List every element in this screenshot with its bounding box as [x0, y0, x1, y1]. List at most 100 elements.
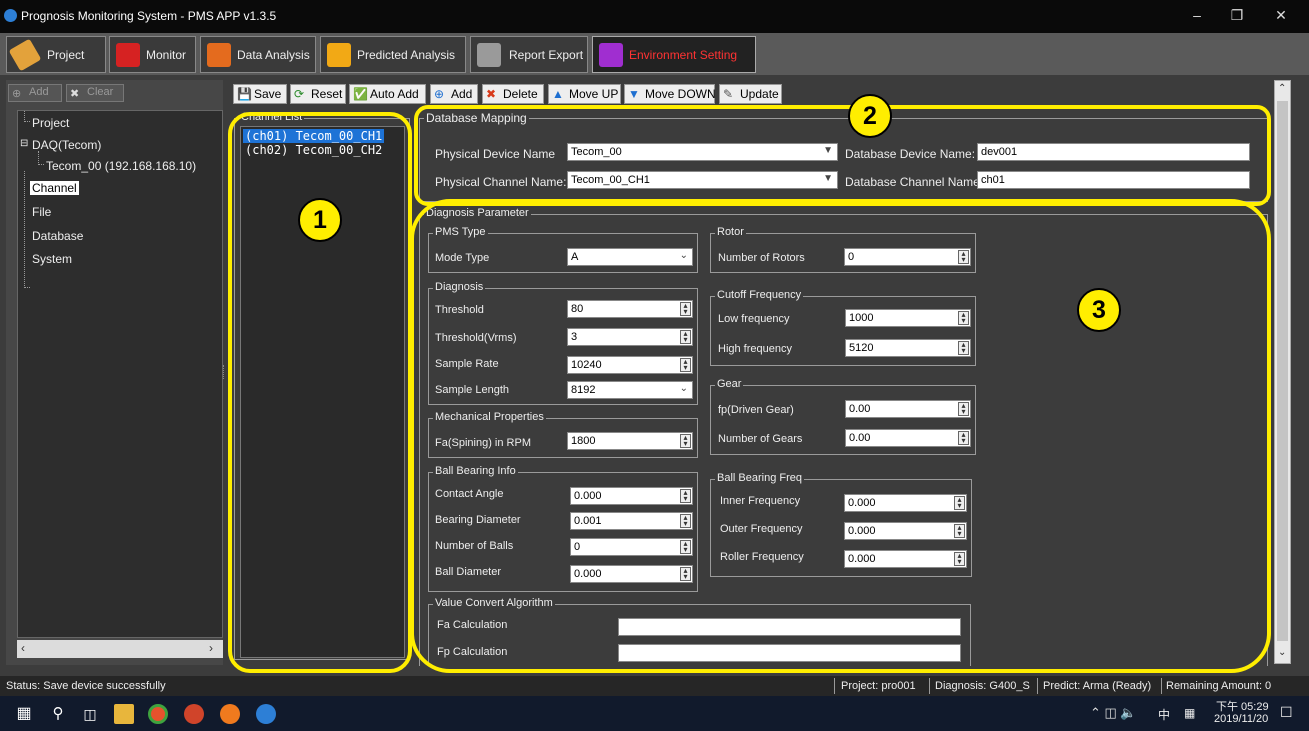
tab-label: Report Export: [509, 48, 584, 62]
status-remaining: Remaining Amount: 0: [1166, 680, 1272, 692]
pencil-icon: ✎: [723, 87, 734, 101]
clock-date[interactable]: 2019/11/20: [1214, 713, 1268, 725]
main-tabs: Project Monitor Data Analysis Predicted …: [0, 33, 1309, 75]
check-icon: ✅: [353, 87, 368, 101]
os-taskbar: ▦ ⚲ ◫ ⌃ ◫ 🔈 中 ▦ 下午 05:29 2019/11/20 ☐: [0, 696, 1309, 731]
delete-button[interactable]: ✖ Delete: [482, 84, 544, 104]
status-project: Project: pro001: [841, 680, 916, 692]
annotation-badge-3: 3: [1077, 288, 1121, 332]
highlight-database-mapping: [414, 105, 1271, 206]
restore-button[interactable]: ❐: [1222, 4, 1252, 26]
divider: [929, 678, 930, 694]
annotation-badge-2: 2: [848, 94, 892, 138]
chrome-icon[interactable]: [148, 704, 168, 724]
reset-button[interactable]: ⟳ Reset: [290, 84, 346, 104]
tab-data-analysis[interactable]: Data Analysis: [200, 36, 316, 73]
status-message: Status: Save device successfully: [6, 680, 166, 692]
task-view-icon[interactable]: ◫: [80, 704, 100, 724]
firefox-icon[interactable]: [220, 704, 240, 724]
scroll-down-icon[interactable]: ⌄: [1278, 647, 1286, 658]
tab-label: Project: [47, 48, 85, 62]
tab-label: Data Analysis: [237, 48, 310, 62]
update-button[interactable]: ✎ Update: [719, 84, 782, 104]
tab-report-export[interactable]: Report Export: [470, 36, 588, 73]
save-button[interactable]: 💾 Save: [233, 84, 287, 104]
auto-add-label: Auto Add: [370, 87, 419, 101]
vertical-scrollbar[interactable]: ⌃ ⌄: [1274, 80, 1291, 664]
tree-item-file[interactable]: File: [32, 205, 51, 219]
app-logo-icon: [4, 9, 17, 22]
scroll-thumb[interactable]: [1277, 101, 1288, 641]
arrow-down-icon: ▼: [628, 87, 640, 101]
ime-indicator[interactable]: 中: [1158, 706, 1170, 723]
move-down-button[interactable]: ▼ Move DOWN: [624, 84, 716, 104]
expand-icon[interactable]: ⊟: [20, 138, 28, 149]
auto-add-button[interactable]: ✅ Auto Add: [349, 84, 426, 104]
tree-item-device[interactable]: Tecom_00 (192.168.168.10): [46, 159, 196, 173]
panel-splitter[interactable]: [223, 365, 227, 379]
clear-button[interactable]: ✖ Clear: [66, 84, 124, 102]
tag-icon: [8, 38, 42, 72]
tab-project[interactable]: Project: [6, 36, 106, 73]
screen-chart-icon: [207, 43, 231, 67]
tab-label: Monitor: [146, 48, 187, 62]
clear-label: Clear: [87, 86, 114, 98]
delete-x-icon: ✖: [486, 87, 497, 101]
report-icon: [477, 43, 501, 67]
refresh-icon: ⟳: [294, 87, 305, 101]
tab-predicted-analysis[interactable]: Predicted Analysis: [320, 36, 466, 73]
move-down-label: Move DOWN: [645, 87, 716, 101]
status-diagnosis: Diagnosis: G400_S: [935, 680, 1030, 692]
tree-item-project[interactable]: Project: [32, 116, 69, 130]
scroll-up-icon[interactable]: ⌃: [1278, 83, 1286, 94]
divider: [834, 678, 835, 694]
tray-icons[interactable]: ⌃ ◫ 🔈: [1090, 705, 1137, 721]
tab-label: Environment Setting: [629, 48, 738, 62]
bar-chart-icon: [327, 43, 351, 67]
update-label: Update: [740, 87, 779, 101]
search-icon[interactable]: ⚲: [48, 704, 68, 724]
left-panel: ⊕ Add ✖ Clear Project ⊟ DAQ(Tecom) Tecom_0…: [6, 80, 223, 665]
scroll-right-icon[interactable]: ›: [209, 641, 213, 655]
notification-icon[interactable]: ☐: [1280, 704, 1293, 721]
settings-icon: [599, 43, 623, 67]
tree-item-channel[interactable]: Channel: [30, 181, 79, 195]
toolbar-add-button[interactable]: ⊕ Add: [430, 84, 478, 104]
window-title: Prognosis Monitoring System - PMS APP v1…: [21, 9, 277, 23]
windows-start-icon[interactable]: ▦: [14, 704, 34, 724]
plus-icon: ⊕: [12, 88, 22, 100]
calendar-icon[interactable]: ▦: [1184, 706, 1195, 720]
tree-item-daq[interactable]: DAQ(Tecom): [32, 138, 101, 152]
tree-item-database[interactable]: Database: [32, 229, 83, 243]
plus-icon: ⊕: [434, 87, 445, 101]
tab-environment-setting[interactable]: Environment Setting: [592, 36, 756, 73]
add-label: Add: [451, 87, 473, 101]
divider: [1161, 678, 1162, 694]
add-label: Add: [29, 86, 49, 98]
arrow-up-icon: ▲: [552, 87, 564, 101]
horizontal-scrollbar[interactable]: ‹ ›: [17, 640, 223, 658]
tree-line: [38, 151, 44, 165]
minimize-button[interactable]: –: [1182, 4, 1212, 26]
highlight-diagnosis-parameter: [410, 199, 1271, 673]
move-up-button[interactable]: ▲ Move UP: [548, 84, 621, 104]
clock-time[interactable]: 下午 05:29: [1216, 698, 1269, 714]
divider: [1037, 678, 1038, 694]
annotation-badge-1: 1: [298, 198, 342, 242]
tab-monitor[interactable]: Monitor: [109, 36, 196, 73]
scroll-left-icon[interactable]: ‹: [21, 641, 25, 655]
pms-app-taskbar-icon[interactable]: [256, 704, 276, 724]
save-icon: 💾: [237, 87, 252, 101]
tab-label: Predicted Analysis: [357, 48, 456, 62]
title-bar: Prognosis Monitoring System - PMS APP v1…: [0, 0, 1309, 33]
powerpoint-icon[interactable]: [184, 704, 204, 724]
delete-label: Delete: [503, 87, 538, 101]
settings-tree: Project ⊟ DAQ(Tecom) Tecom_00 (192.168.1…: [17, 110, 223, 638]
tree-item-system[interactable]: System: [32, 252, 72, 266]
file-explorer-icon[interactable]: [114, 704, 134, 724]
close-button[interactable]: ✕: [1266, 4, 1296, 26]
add-button[interactable]: ⊕ Add: [8, 84, 62, 102]
highlight-channel-list: [228, 112, 412, 673]
move-up-label: Move UP: [569, 87, 619, 101]
status-predict: Predict: Arma (Ready): [1043, 680, 1152, 692]
